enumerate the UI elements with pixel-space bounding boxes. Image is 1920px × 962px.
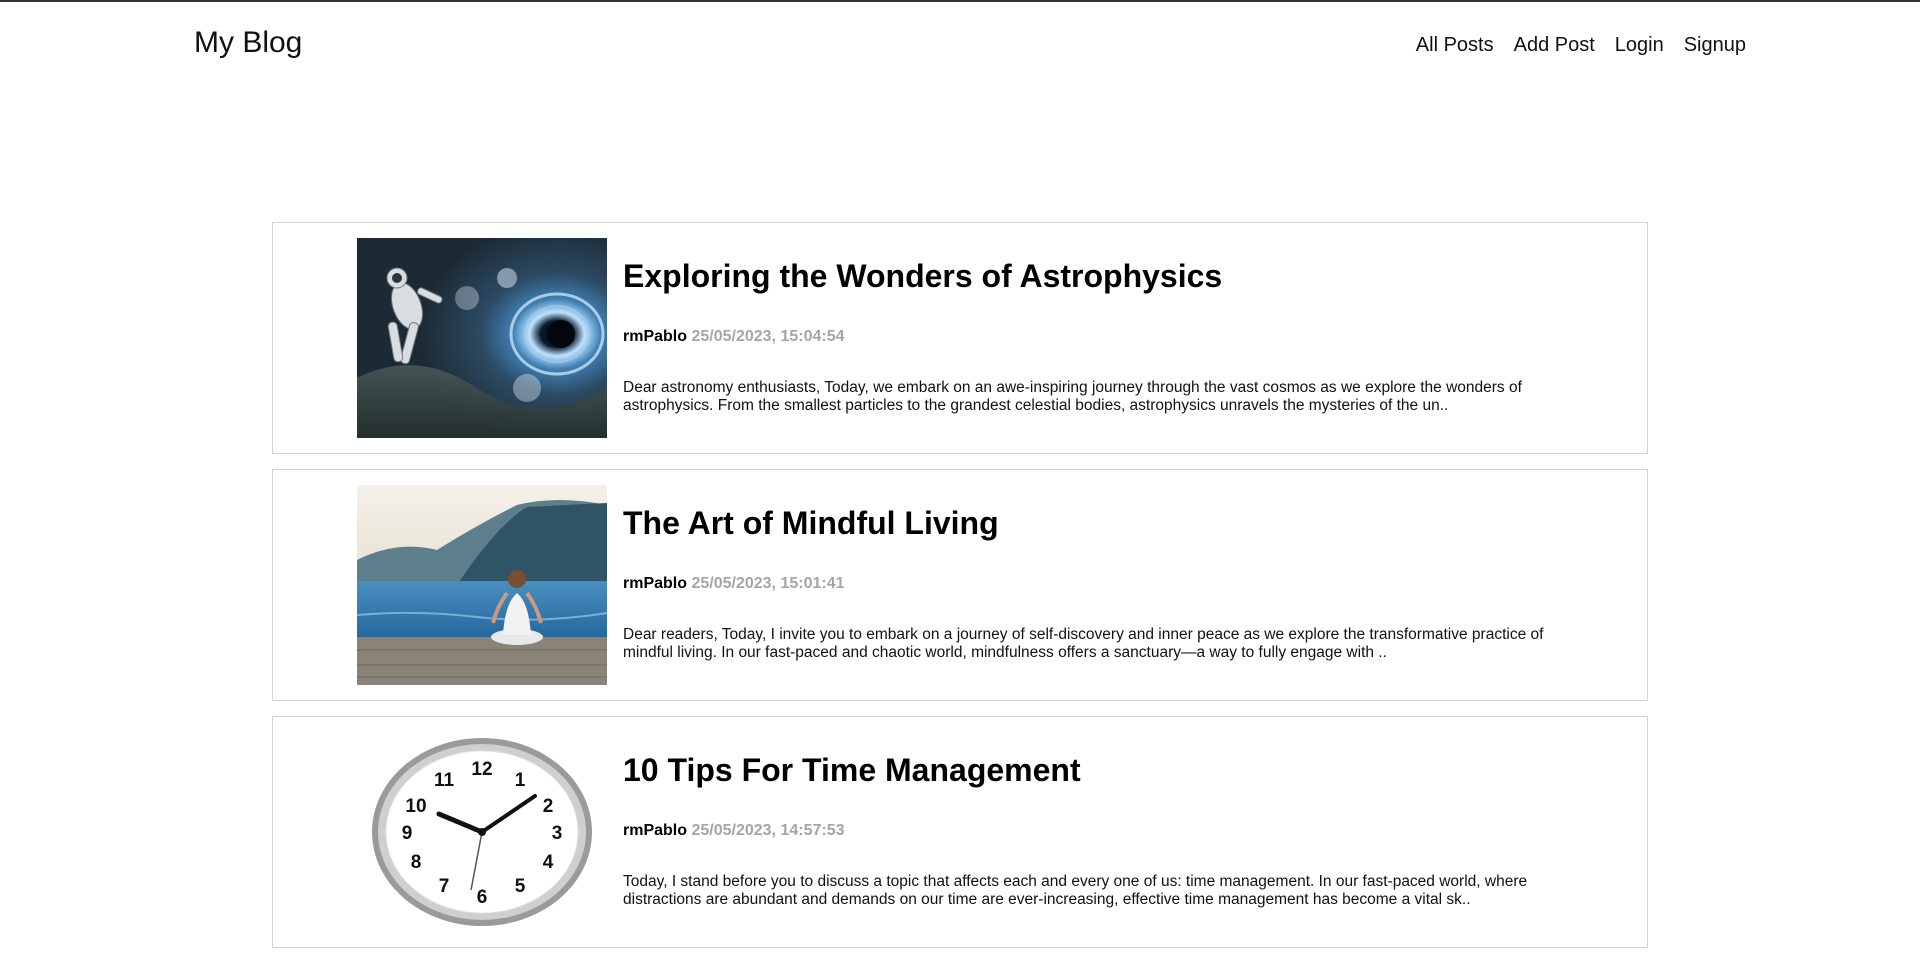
post-author: rmPablo [623, 822, 688, 839]
post-card[interactable]: The Art of Mindful Living rmPablo 25/05/… [272, 469, 1648, 701]
site-logo[interactable]: My Blog [194, 26, 302, 60]
site-header: My Blog All Posts Add Post Login Signup [0, 2, 1920, 92]
meditation-lake-image[interactable] [357, 485, 607, 685]
post-content: The Art of Mindful Living rmPablo 25/05/… [623, 504, 1563, 662]
astronaut-space-image[interactable] [357, 238, 607, 438]
clock-numeral: 8 [411, 852, 422, 873]
post-excerpt: Dear readers, Today, I invite you to emb… [623, 626, 1544, 661]
post-title[interactable]: Exploring the Wonders of Astrophysics [623, 257, 1563, 295]
post-excerpt: Today, I stand before you to discuss a t… [623, 873, 1528, 908]
post-meta: rmPablo 25/05/2023, 15:04:54 [623, 327, 1563, 347]
post-excerpt: Dear astronomy enthusiasts, Today, we em… [623, 379, 1522, 414]
post-date: 25/05/2023, 15:04:54 [691, 328, 845, 345]
post-author: rmPablo [623, 575, 688, 592]
main-nav: All Posts Add Post Login Signup [1416, 34, 1746, 57]
post-title[interactable]: 10 Tips For Time Management [623, 751, 1563, 789]
clock-numeral: 9 [402, 823, 413, 844]
post-date: 25/05/2023, 15:01:41 [691, 575, 845, 592]
post-card[interactable]: 12 1 2 3 4 5 6 7 8 9 10 11 10 Tips For T… [272, 716, 1648, 948]
post-card[interactable]: Exploring the Wonders of Astrophysics rm… [272, 222, 1648, 454]
post-meta: rmPablo 25/05/2023, 14:57:53 [623, 821, 1563, 841]
clock-numeral: 2 [543, 796, 554, 817]
post-list: Exploring the Wonders of Astrophysics rm… [272, 222, 1648, 962]
nav-login[interactable]: Login [1615, 34, 1664, 57]
wall-clock-image[interactable]: 12 1 2 3 4 5 6 7 8 9 10 11 [357, 732, 607, 932]
nav-all-posts[interactable]: All Posts [1416, 34, 1494, 57]
post-content: Exploring the Wonders of Astrophysics rm… [623, 257, 1563, 415]
clock-numeral: 11 [434, 770, 455, 791]
post-author: rmPablo [623, 328, 688, 345]
clock-numeral: 12 [471, 759, 492, 780]
post-title[interactable]: The Art of Mindful Living [623, 504, 1563, 542]
clock-numeral: 6 [477, 887, 488, 908]
post-date: 25/05/2023, 14:57:53 [691, 822, 845, 839]
clock-numeral: 3 [552, 823, 563, 844]
nav-signup[interactable]: Signup [1684, 34, 1746, 57]
nav-add-post[interactable]: Add Post [1514, 34, 1595, 57]
post-content: 10 Tips For Time Management rmPablo 25/0… [623, 751, 1563, 909]
clock-numeral: 5 [515, 876, 526, 897]
clock-numeral: 4 [543, 852, 554, 873]
clock-numeral: 10 [405, 796, 426, 817]
clock-numeral: 7 [439, 876, 450, 897]
clock-numeral: 1 [515, 770, 526, 791]
post-meta: rmPablo 25/05/2023, 15:01:41 [623, 574, 1563, 594]
